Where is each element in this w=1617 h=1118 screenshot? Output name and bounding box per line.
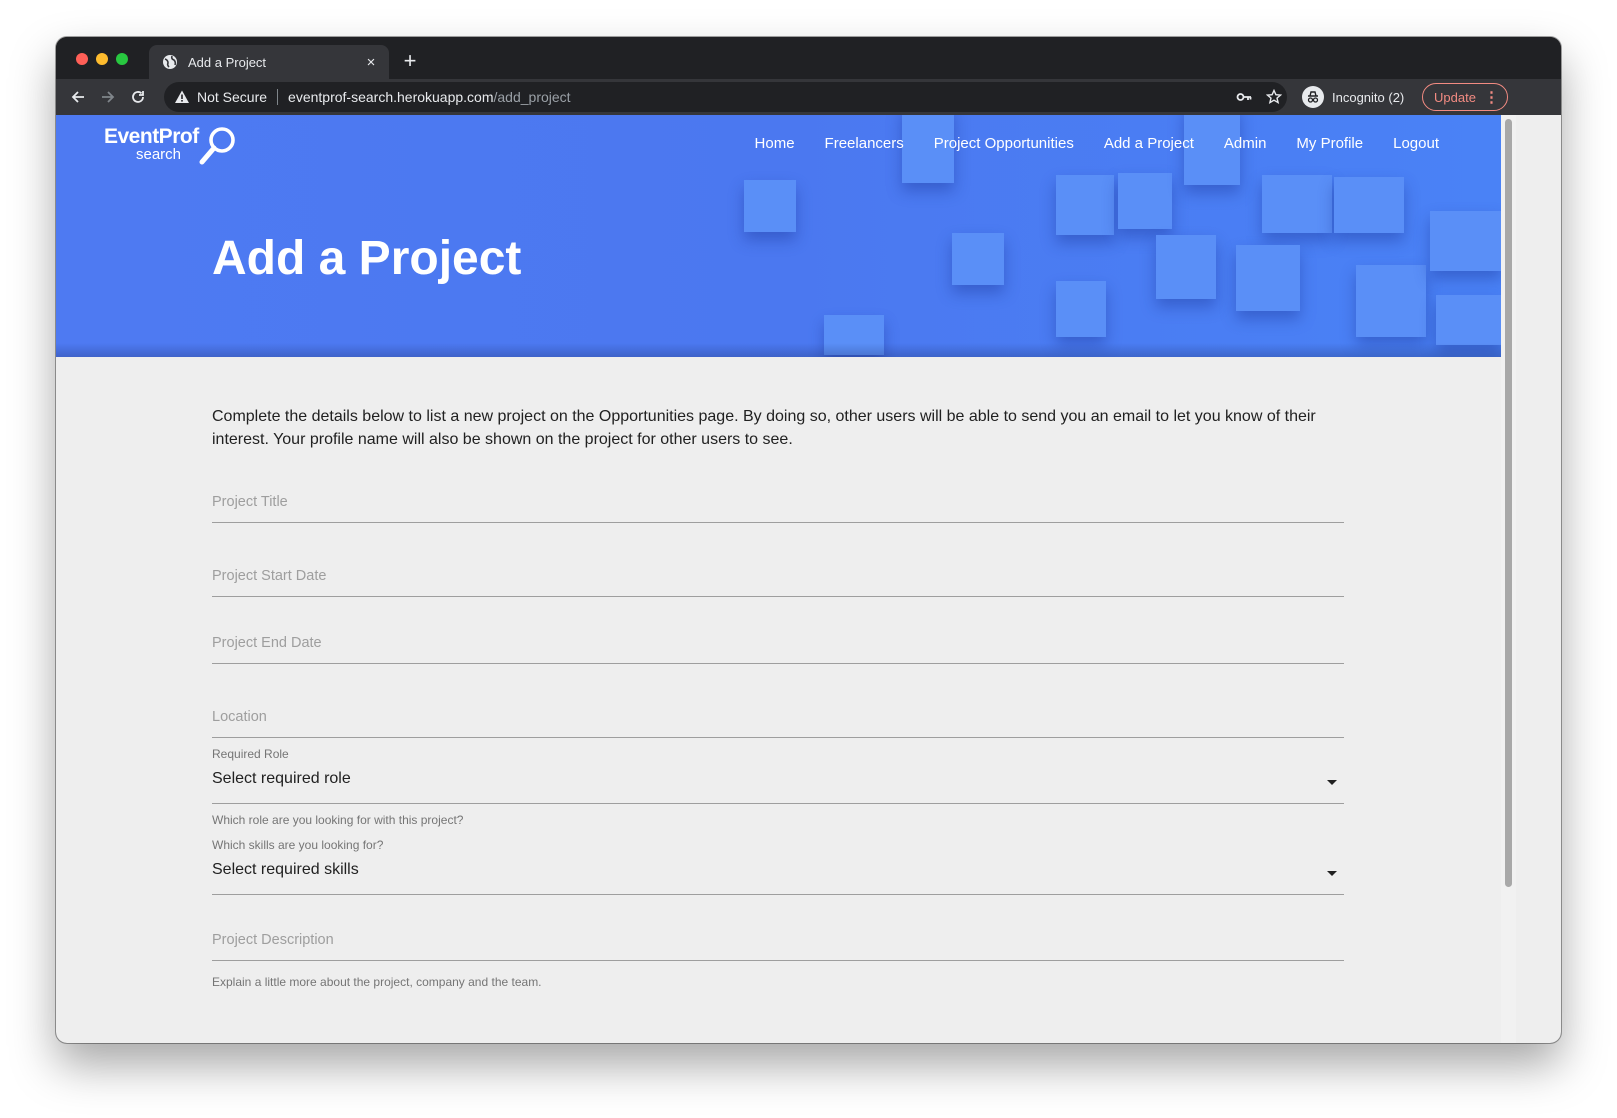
end-date-label: Project End Date: [212, 635, 322, 651]
start-date-label: Project Start Date: [212, 568, 327, 584]
description-label: Project Description: [212, 932, 334, 948]
required-role-helper: Which role are you looking for with this…: [212, 813, 464, 827]
logo-subtext: search: [136, 146, 182, 163]
new-tab-button[interactable]: +: [396, 47, 424, 75]
warning-icon: [174, 89, 190, 105]
nav-my-profile[interactable]: My Profile: [1296, 135, 1363, 152]
nav-add-a-project[interactable]: Add a Project: [1104, 135, 1194, 152]
decorative-cube: [1356, 265, 1426, 337]
project-title-label: Project Title: [212, 494, 288, 510]
required-skills-select[interactable]: Which skills are you looking for? Select…: [212, 837, 1344, 895]
main-nav: Home Freelancers Project Opportunities A…: [755, 135, 1439, 152]
security-status[interactable]: Not Secure: [197, 89, 267, 105]
key-icon[interactable]: [1236, 89, 1252, 105]
incognito-label: Incognito (2): [1332, 89, 1405, 105]
update-label: Update: [1434, 89, 1476, 105]
nav-logout[interactable]: Logout: [1393, 135, 1439, 152]
required-role-value: Select required role: [212, 770, 351, 787]
nav-admin[interactable]: Admin: [1224, 135, 1267, 152]
forward-arrow-icon[interactable]: [94, 83, 122, 111]
close-window-button[interactable]: [76, 53, 88, 65]
browser-window: Add a Project × + Not Secure eventprof-s…: [56, 37, 1561, 1043]
nav-project-opportunities[interactable]: Project Opportunities: [934, 135, 1074, 152]
url-path: /add_project: [493, 89, 571, 105]
decorative-cube: [1118, 173, 1172, 229]
maximize-window-button[interactable]: [116, 53, 128, 65]
project-end-date-field[interactable]: Project End Date: [212, 627, 1344, 664]
hero-bottom-shadow: [56, 343, 1501, 357]
form-intro: Complete the details below to list a new…: [212, 408, 1316, 448]
magnifier-icon: [199, 127, 235, 165]
tab-title: Add a Project: [188, 54, 267, 70]
page-title: Add a Project: [212, 232, 522, 285]
decorative-cube: [1334, 177, 1404, 233]
nav-freelancers[interactable]: Freelancers: [825, 135, 904, 152]
project-description-field[interactable]: Project Description: [212, 925, 1344, 961]
hero-banner: EventProf search Home Freelancers Projec…: [56, 115, 1501, 357]
minimize-window-button[interactable]: [96, 53, 108, 65]
globe-icon: [162, 54, 178, 70]
reload-icon[interactable]: [124, 83, 152, 111]
back-arrow-icon[interactable]: [64, 83, 92, 111]
menu-dots-icon[interactable]: ⋮: [1484, 90, 1499, 105]
url-host: eventprof-search.herokuapp.com: [288, 89, 494, 105]
decorative-cube: [744, 180, 796, 232]
location-label: Location: [212, 709, 267, 725]
address-bar[interactable]: Not Secure eventprof-search.herokuapp.co…: [164, 82, 1287, 112]
project-title-field[interactable]: Project Title: [212, 485, 1344, 523]
page-viewport: EventProf search Home Freelancers Projec…: [56, 115, 1561, 1043]
browser-tab[interactable]: Add a Project ×: [149, 45, 389, 79]
decorative-cube: [1430, 211, 1501, 271]
decorative-cube: [1262, 175, 1332, 233]
chevron-down-icon: [1327, 780, 1337, 785]
address-divider: [277, 89, 279, 105]
decorative-cube: [952, 233, 1004, 285]
description-helper: Explain a little more about the project,…: [212, 975, 542, 989]
decorative-cube: [1156, 235, 1216, 299]
required-skills-label: Which skills are you looking for?: [212, 838, 384, 852]
decorative-cube: [1436, 295, 1501, 345]
scrollbar-thumb[interactable]: [1505, 119, 1512, 887]
incognito-icon: [1302, 86, 1324, 108]
required-role-label: Required Role: [212, 747, 289, 761]
tab-strip: Add a Project × +: [56, 37, 1561, 79]
decorative-cube: [1056, 281, 1106, 337]
browser-toolbar: Not Secure eventprof-search.herokuapp.co…: [56, 79, 1561, 115]
decorative-cube: [1236, 245, 1300, 311]
project-start-date-field[interactable]: Project Start Date: [212, 560, 1344, 597]
location-field[interactable]: Location: [212, 701, 1344, 738]
nav-home[interactable]: Home: [755, 135, 795, 152]
site-logo[interactable]: EventProf search: [104, 125, 235, 167]
update-button[interactable]: Update ⋮: [1422, 83, 1508, 111]
page-scrollbar[interactable]: [1501, 115, 1516, 1043]
decorative-cube: [1056, 175, 1114, 235]
tab-close-icon[interactable]: ×: [359, 54, 383, 71]
chevron-down-icon: [1327, 871, 1337, 876]
required-role-select[interactable]: Required Role Select required role: [212, 746, 1344, 804]
star-icon[interactable]: [1266, 89, 1282, 105]
incognito-indicator[interactable]: Incognito (2): [1294, 82, 1414, 112]
required-skills-value: Select required skills: [212, 861, 359, 878]
